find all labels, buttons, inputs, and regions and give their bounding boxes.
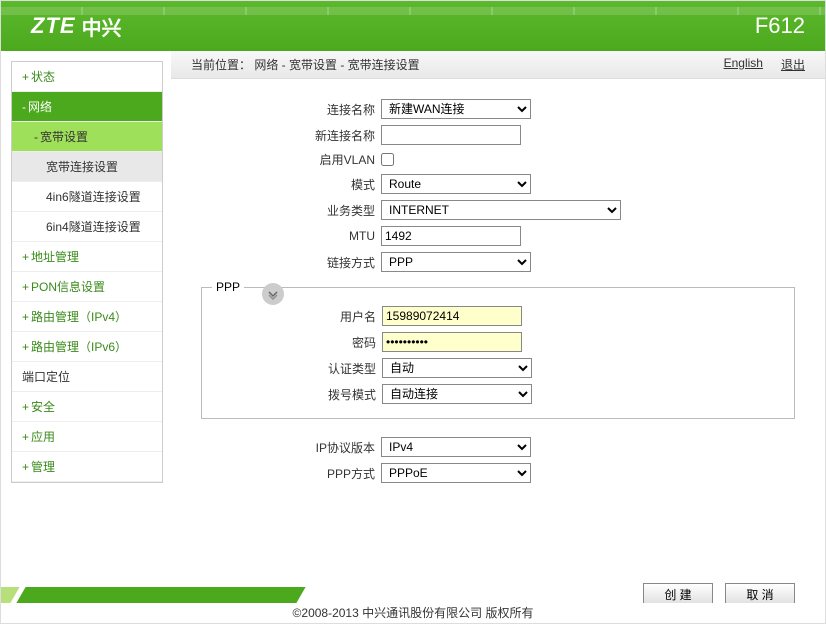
- sidebar-item-mgmt[interactable]: 管理: [12, 452, 162, 482]
- stripe-decor: [16, 587, 305, 603]
- logo: ZTE 中兴: [31, 12, 122, 41]
- select-auth[interactable]: 自动: [382, 358, 532, 378]
- label-password: 密码: [202, 334, 382, 351]
- input-new-conn[interactable]: [381, 125, 521, 145]
- select-pppmode[interactable]: PPPoE: [381, 463, 531, 483]
- header: ZTE 中兴 F612: [1, 1, 825, 51]
- label-mode: 模式: [201, 176, 381, 193]
- sidebar-item-6in4[interactable]: 6in4隧道连接设置: [12, 212, 162, 242]
- label-mtu: MTU: [201, 229, 381, 243]
- label-auth: 认证类型: [202, 360, 382, 377]
- lang-link[interactable]: English: [724, 56, 763, 73]
- select-dial[interactable]: 自动连接: [382, 384, 532, 404]
- label-service: 业务类型: [201, 202, 381, 219]
- sidebar-item-4in6[interactable]: 4in6隧道连接设置: [12, 182, 162, 212]
- sidebar-item-route-ipv6[interactable]: 路由管理（IPv6）: [12, 332, 162, 362]
- select-mode[interactable]: Route: [381, 174, 531, 194]
- model-label: F612: [755, 13, 805, 39]
- create-button[interactable]: 创 建: [643, 583, 713, 603]
- sidebar-item-route-ipv4[interactable]: 路由管理（IPv4）: [12, 302, 162, 332]
- select-service[interactable]: INTERNET: [381, 200, 621, 220]
- input-username[interactable]: [382, 306, 522, 326]
- collapse-icon[interactable]: [262, 283, 284, 305]
- label-link: 链接方式: [201, 254, 381, 271]
- logout-link[interactable]: 退出: [781, 56, 805, 73]
- cancel-button[interactable]: 取 消: [725, 583, 795, 603]
- label-new-conn: 新连接名称: [201, 127, 381, 144]
- sidebar-item-broadband[interactable]: 宽带设置: [12, 122, 162, 152]
- copyright: ©2008-2013 中兴通讯股份有限公司 版权所有: [1, 603, 825, 623]
- label-conn-name: 连接名称: [201, 101, 381, 118]
- sidebar: 状态 网络 宽带设置 宽带连接设置 4in6隧道连接设置 6in4隧道连接设置 …: [1, 51, 171, 583]
- ppp-fieldset: PPP 用户名 密码 认证类型 自动: [201, 280, 795, 419]
- logo-text-cn: 中兴: [82, 12, 122, 41]
- label-pppmode: PPP方式: [201, 465, 381, 482]
- content: 连接名称 新建WAN连接 新连接名称 启用VLAN 模式 Route 业务类型: [171, 79, 825, 583]
- select-ipver[interactable]: IPv4: [381, 437, 531, 457]
- logo-text-en: ZTE: [31, 13, 76, 39]
- sidebar-item-security[interactable]: 安全: [12, 392, 162, 422]
- footer: 创 建 取 消 ©2008-2013 中兴通讯股份有限公司 版权所有: [1, 583, 825, 623]
- topbar: 当前位置： 网络 - 宽带设置 - 宽带连接设置 English 退出: [171, 51, 825, 79]
- label-dial: 拨号模式: [202, 386, 382, 403]
- sidebar-item-app[interactable]: 应用: [12, 422, 162, 452]
- label-username: 用户名: [202, 308, 382, 325]
- label-ipver: IP协议版本: [201, 439, 381, 456]
- select-conn-name[interactable]: 新建WAN连接: [381, 99, 531, 119]
- input-password[interactable]: [382, 332, 522, 352]
- sidebar-item-network[interactable]: 网络: [12, 92, 162, 122]
- sidebar-item-status[interactable]: 状态: [12, 62, 162, 92]
- sidebar-item-port-locate[interactable]: 端口定位: [12, 362, 162, 392]
- sidebar-item-pon[interactable]: PON信息设置: [12, 272, 162, 302]
- ppp-legend: PPP: [212, 280, 244, 294]
- checkbox-vlan[interactable]: [381, 153, 394, 166]
- input-mtu[interactable]: [381, 226, 521, 246]
- label-vlan: 启用VLAN: [201, 151, 381, 168]
- sidebar-item-broadband-conn[interactable]: 宽带连接设置: [12, 152, 162, 182]
- breadcrumb: 当前位置： 网络 - 宽带设置 - 宽带连接设置: [191, 56, 420, 73]
- sidebar-item-address[interactable]: 地址管理: [12, 242, 162, 272]
- select-link[interactable]: PPP: [381, 252, 531, 272]
